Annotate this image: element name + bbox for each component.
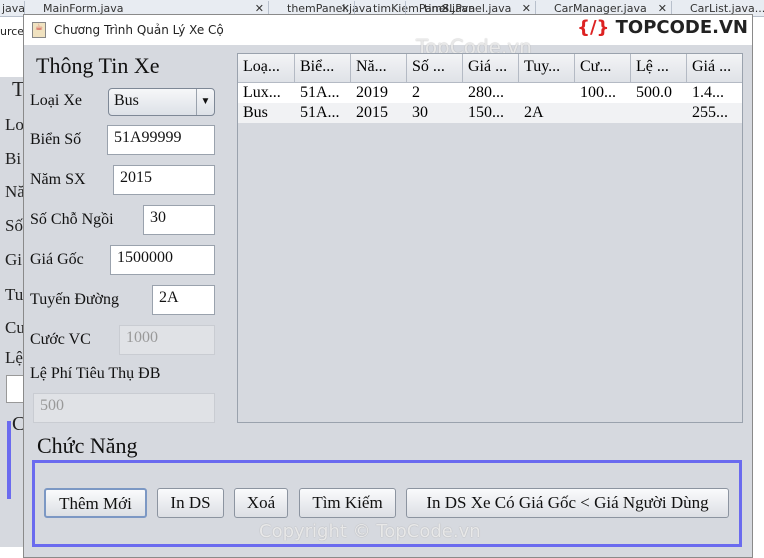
ide-tab[interactable]: java <box>0 1 26 16</box>
table-cell: 2 <box>412 84 420 101</box>
topcode-logo: {/} TOPCODE.VN <box>577 17 748 38</box>
table-cell: 2A <box>524 104 544 121</box>
bg-text: Số <box>5 216 23 235</box>
table-cell: 51A... <box>300 104 340 121</box>
bg-text: Gi <box>5 250 22 269</box>
le-phi-label: Lệ Phí Tiêu Thụ ĐB <box>30 365 161 382</box>
ide-side-label: urce <box>0 25 25 38</box>
table-cell <box>519 83 575 103</box>
column-header[interactable]: Cư... <box>575 54 631 83</box>
bg-text: Lo <box>5 115 24 134</box>
so-cho-input[interactable]: 30 <box>143 205 215 235</box>
column-header[interactable]: Loạ... <box>238 54 295 83</box>
table-header: Loạ... Biể... Nă... Số ... Giá ... Tuy..… <box>238 54 742 83</box>
table-cell: 150... <box>468 104 504 121</box>
table-cell: 1.4... <box>692 84 724 101</box>
le-phi-input: 500 <box>33 393 215 423</box>
bg-text: Lệ <box>5 348 23 367</box>
filter-price-button[interactable]: In DS Xe Có Giá Gốc < Giá Người Dùng <box>406 488 729 518</box>
ide-tab-label: java <box>2 2 26 15</box>
so-cho-label: Số Chỗ Ngồi <box>30 211 114 228</box>
table-row[interactable]: Bus 51A... 2015 30 150... 2A 255... <box>238 103 742 123</box>
info-heading: Thông Tin Xe <box>36 53 160 78</box>
chevron-down-icon[interactable]: ▼ <box>196 89 214 115</box>
tuyen-label: Tuyến Đường <box>30 291 119 308</box>
loai-xe-value: Bus <box>114 92 139 109</box>
column-header[interactable]: Giá ... <box>463 54 519 83</box>
nam-sx-label: Năm SX <box>30 171 86 188</box>
table-row[interactable]: Lux... 51A... 2019 2 280... 100... 500.0… <box>238 83 742 103</box>
bg-text: Bi <box>5 149 22 168</box>
nam-sx-input[interactable]: 2015 <box>113 165 215 195</box>
delete-button[interactable]: Xoá <box>234 488 288 518</box>
search-button[interactable]: Tìm Kiếm <box>299 488 396 518</box>
column-header[interactable]: Biể... <box>295 54 351 83</box>
column-header[interactable]: Số ... <box>407 54 463 83</box>
main-window: ☕ Chương Trình Quản Lý Xe Cộ {/} TOPCODE… <box>23 14 753 558</box>
java-icon: ☕ <box>32 22 46 38</box>
gia-goc-label: Giá Gốc <box>30 251 84 268</box>
watermark: Copyright © TopCode.vn <box>259 521 481 542</box>
table-cell: 255... <box>692 104 728 121</box>
cuoc-input: 1000 <box>119 325 215 355</box>
car-table[interactable]: Loạ... Biể... Nă... Số ... Giá ... Tuy..… <box>237 53 743 423</box>
bg-text: Nă <box>5 182 25 201</box>
background-window: urce T Lo Bi Nă Số Gi Tu Cu Lệ C <box>0 17 25 558</box>
tuyen-input[interactable]: 2A <box>152 285 215 315</box>
cuoc-label: Cước VC <box>30 331 91 348</box>
table-cell: 2019 <box>356 84 388 101</box>
table-cell: 51A... <box>300 84 340 101</box>
table-cell: Bus <box>243 104 268 121</box>
table-cell: 500.0 <box>636 84 672 101</box>
bg-text: Tu <box>5 285 24 304</box>
column-header[interactable]: Giá ... <box>687 54 742 83</box>
bien-so-label: Biển Số <box>30 131 82 148</box>
column-header[interactable]: Lệ ... <box>631 54 687 83</box>
bg-text: Cu <box>5 318 25 337</box>
add-new-button[interactable]: Thêm Mới <box>44 488 147 518</box>
bien-so-input[interactable]: 51A99999 <box>107 125 215 155</box>
table-cell: 30 <box>412 104 428 121</box>
table-cell: Lux... <box>243 84 281 101</box>
column-header[interactable]: Nă... <box>351 54 407 83</box>
loai-xe-label: Loại Xe <box>30 92 82 109</box>
table-cell: 280... <box>468 84 504 101</box>
functions-heading: Chức Năng <box>37 433 138 458</box>
gia-goc-input[interactable]: 1500000 <box>110 245 215 275</box>
logo-text: TOPCODE.VN <box>615 17 748 38</box>
table-cell <box>631 103 687 123</box>
table-cell <box>575 103 631 123</box>
loai-xe-combo[interactable]: Bus ▼ <box>108 88 215 116</box>
print-list-button[interactable]: In DS <box>157 488 224 518</box>
column-header[interactable]: Tuy... <box>519 54 575 83</box>
window-title: Chương Trình Quản Lý Xe Cộ <box>54 23 224 37</box>
table-cell: 100... <box>580 84 616 101</box>
title-bar: ☕ Chương Trình Quản Lý Xe Cộ {/} TOPCODE… <box>24 15 752 45</box>
table-cell: 2015 <box>356 104 388 121</box>
